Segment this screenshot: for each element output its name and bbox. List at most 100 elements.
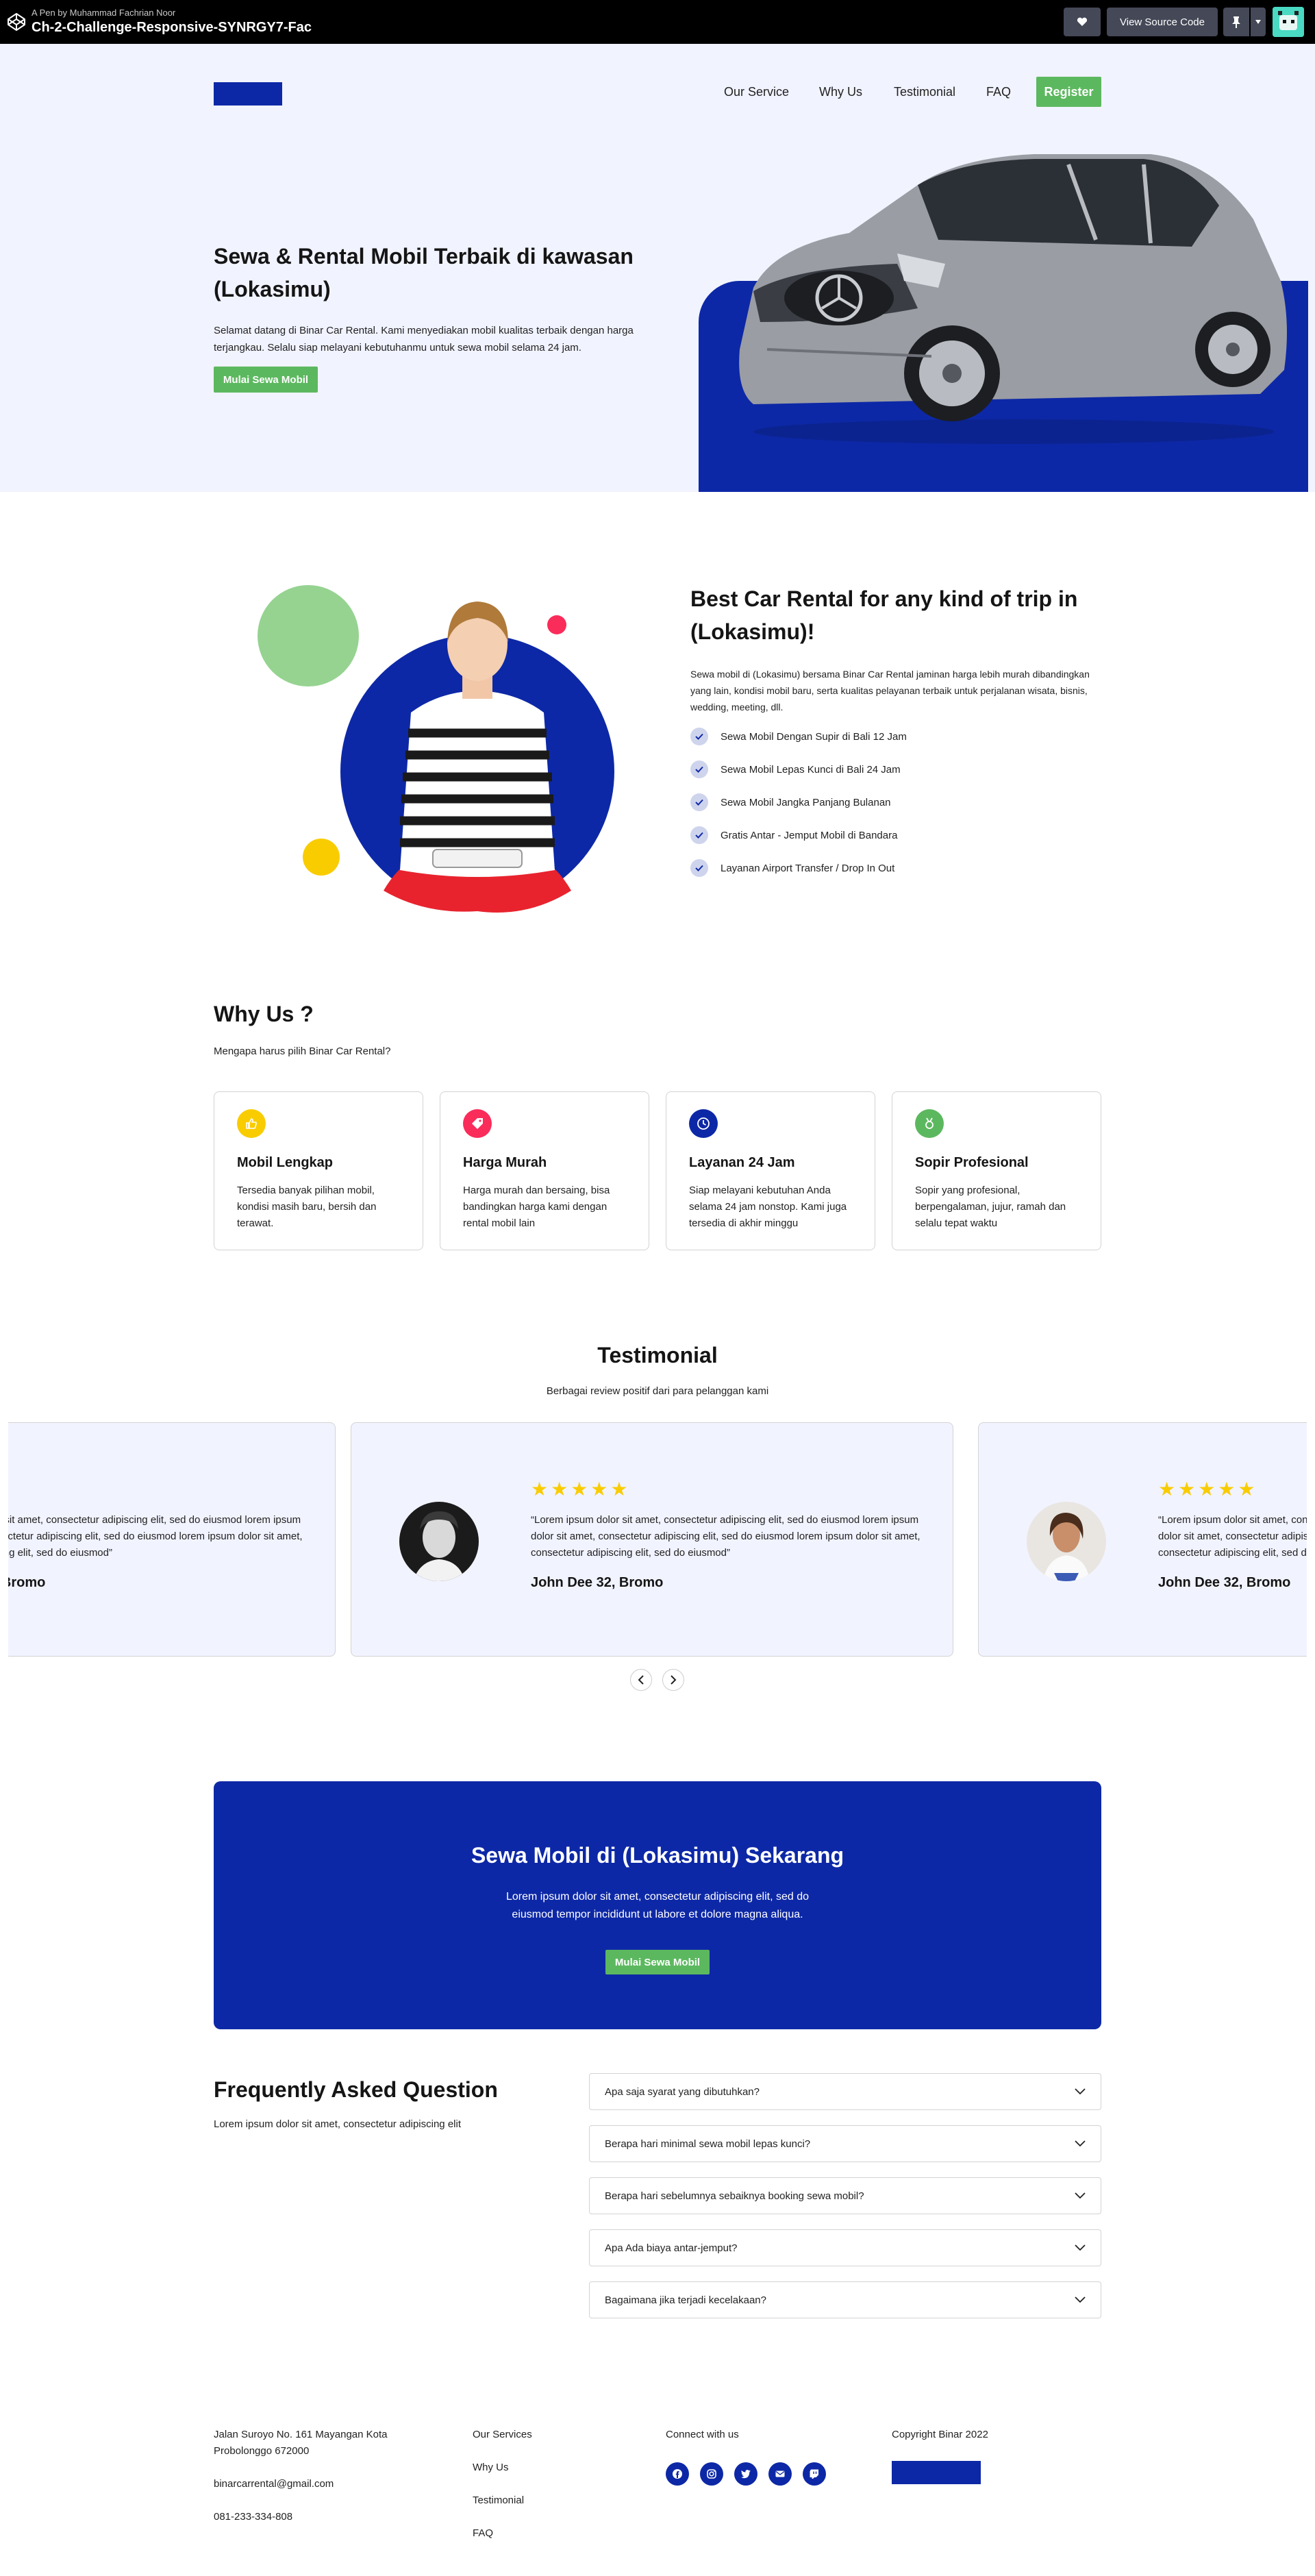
faq-accordion-item[interactable]: Apa saja syarat yang dibutuhkan?	[589, 2073, 1101, 2110]
why-card-title: Sopir Profesional	[915, 1155, 1029, 1170]
like-button[interactable]	[1064, 8, 1101, 36]
nav-link-our-service[interactable]: Our Service	[724, 84, 789, 100]
faq-question: Apa saja syarat yang dibutuhkan?	[605, 2085, 760, 2098]
footer-connect-label: Connect with us	[666, 2429, 739, 2440]
faq-accordion-item[interactable]: Berapa hari sebelumnya sebaiknya booking…	[589, 2177, 1101, 2214]
footer-copyright: Copyright Binar 2022	[892, 2429, 988, 2440]
codepen-logo-icon[interactable]	[7, 12, 26, 32]
faq-question: Berapa hari sebelumnya sebaiknya booking…	[605, 2190, 864, 2202]
check-icon	[690, 826, 708, 844]
testimonial-card: ★★★★★ “Lorem ipsum dolor sit amet, conse…	[351, 1422, 953, 1657]
service-item-label: Layanan Airport Transfer / Drop In Out	[721, 862, 895, 874]
chevron-down-icon	[1075, 2088, 1086, 2095]
testimonial-name: John Dee 32, Bromo	[531, 1575, 664, 1590]
pen-title: Ch-2-Challenge-Responsive-SYNRGY7-Fac	[32, 20, 312, 35]
chevron-down-icon	[1255, 20, 1261, 24]
award-icon	[915, 1109, 944, 1138]
twitter-icon[interactable]	[734, 2462, 757, 2486]
chevron-right-icon	[671, 1675, 677, 1685]
footer-link-testimonial[interactable]: Testimonial	[473, 2492, 524, 2509]
why-us-card: Mobil Lengkap Tersedia banyak pilihan mo…	[214, 1091, 423, 1250]
price-tag-icon	[463, 1109, 492, 1138]
footer-phone[interactable]: 081-233-334-808	[214, 2509, 292, 2525]
service-list-item: Layanan Airport Transfer / Drop In Out	[690, 859, 1101, 877]
footer-link-our-services[interactable]: Our Services	[473, 2427, 532, 2443]
mail-icon[interactable]	[768, 2462, 792, 2486]
cta-title: Sewa Mobil di (Lokasimu) Sekarang	[471, 1843, 844, 1868]
nav-link-faq[interactable]: FAQ	[986, 84, 1011, 100]
user-avatar[interactable]	[1273, 7, 1304, 37]
why-card-text: Sopir yang profesional, berpengalaman, j…	[915, 1185, 1066, 1229]
chevron-down-icon	[1075, 2140, 1086, 2147]
faq-accordion-item[interactable]: Apa Ada biaya antar-jemput?	[589, 2229, 1101, 2266]
service-item-label: Sewa Mobil Lepas Kunci di Bali 24 Jam	[721, 763, 901, 776]
faq-question: Apa Ada biaya antar-jemput?	[605, 2242, 738, 2254]
thumbs-up-icon	[237, 1109, 266, 1138]
why-us-title: Why Us ?	[214, 1002, 314, 1026]
check-icon	[690, 859, 708, 877]
testimonial-avatar	[1027, 1502, 1106, 1581]
footer-brand-logo[interactable]	[892, 2461, 981, 2484]
nav-link-why-us[interactable]: Why Us	[819, 84, 862, 100]
rating-stars: ★★★★★	[531, 1478, 631, 1500]
twitch-icon[interactable]	[803, 2462, 826, 2486]
why-card-text: Tersedia banyak pilihan mobil, kondisi m…	[237, 1185, 377, 1229]
why-us-card: Sopir Profesional Sopir yang profesional…	[892, 1091, 1101, 1250]
hero-description: Selamat datang di Binar Car Rental. Kami…	[214, 325, 634, 354]
check-icon	[690, 793, 708, 811]
pin-button[interactable]	[1223, 8, 1249, 36]
faq-question: Bagaimana jika terjadi kecelakaan?	[605, 2294, 766, 2306]
hero-start-rent-button[interactable]: Mulai Sewa Mobil	[214, 367, 318, 393]
why-us-subtitle: Mengapa harus pilih Binar Car Rental?	[214, 1045, 391, 1057]
pin-icon	[1232, 16, 1240, 28]
service-list-item: Sewa Mobil Dengan Supir di Bali 12 Jam	[690, 728, 1101, 745]
codepen-topbar: A Pen by Muhammad Fachrian Noor Ch-2-Cha…	[0, 0, 1315, 44]
why-card-title: Mobil Lengkap	[237, 1155, 333, 1170]
cta-start-rent-button[interactable]: Mulai Sewa Mobil	[605, 1950, 710, 1974]
testimonial-carousel: “Lorem ipsum dolor sit amet, consectetur…	[8, 1422, 1307, 1658]
chevron-down-icon	[1075, 2296, 1086, 2303]
testimonial-name: John Dee 32, Bromo	[8, 1575, 46, 1590]
faq-accordion-item[interactable]: Bagaimana jika terjadi kecelakaan?	[589, 2281, 1101, 2318]
brand-logo[interactable]	[214, 82, 282, 106]
testimonial-name: John Dee 32, Bromo	[1158, 1575, 1291, 1590]
hero-car-image	[739, 154, 1287, 444]
faq-accordion-item[interactable]: Berapa hari minimal sewa mobil lepas kun…	[589, 2125, 1101, 2162]
pen-author[interactable]: A Pen by Muhammad Fachrian Noor	[32, 8, 175, 18]
view-source-button[interactable]: View Source Code	[1107, 8, 1218, 36]
service-list-item: Sewa Mobil Jangka Panjang Bulanan	[690, 793, 1101, 811]
footer-link-why-us[interactable]: Why Us	[473, 2460, 509, 2476]
why-card-text: Harga murah dan bersaing, bisa bandingka…	[463, 1185, 610, 1229]
avatar-graphic	[1273, 7, 1304, 37]
nav-link-testimonial[interactable]: Testimonial	[894, 84, 955, 100]
footer-email[interactable]: binarcarrental@gmail.com	[214, 2476, 334, 2492]
service-item-label: Sewa Mobil Dengan Supir di Bali 12 Jam	[721, 730, 907, 743]
faq-question: Berapa hari minimal sewa mobil lepas kun…	[605, 2138, 811, 2150]
service-title: Best Car Rental for any kind of trip in …	[690, 586, 1078, 644]
service-item-label: Gratis Antar - Jemput Mobil di Bandara	[721, 829, 898, 841]
hero-title: Sewa & Rental Mobil Terbaik di kawasan (…	[214, 244, 634, 301]
carousel-prev-button[interactable]	[630, 1669, 652, 1691]
why-card-title: Layanan 24 Jam	[689, 1155, 795, 1170]
testimonial-card: “Lorem ipsum dolor sit amet, consectetur…	[8, 1422, 336, 1657]
service-list-item: Gratis Antar - Jemput Mobil di Bandara	[690, 826, 1101, 844]
chevron-down-icon	[1075, 2192, 1086, 2199]
heart-icon	[1077, 17, 1088, 26]
testimonial-quote: “Lorem ipsum dolor sit amet, consectetur…	[1158, 1514, 1307, 1559]
check-icon	[690, 760, 708, 778]
cta-description: Lorem ipsum dolor sit amet, consectetur …	[506, 1891, 809, 1920]
faq-title: Frequently Asked Question	[214, 2077, 498, 2102]
register-button[interactable]: Register	[1036, 77, 1101, 107]
why-card-title: Harga Murah	[463, 1155, 547, 1170]
testimonial-avatar	[399, 1502, 479, 1581]
footer-link-faq[interactable]: FAQ	[473, 2525, 493, 2542]
instagram-icon[interactable]	[700, 2462, 723, 2486]
carousel-next-button[interactable]	[662, 1669, 684, 1691]
service-description: Sewa mobil di (Lokasimu) bersama Binar C…	[690, 669, 1090, 713]
facebook-icon[interactable]	[666, 2462, 689, 2486]
rating-stars: ★★★★★	[1158, 1478, 1258, 1500]
testimonial-card: ★★★★★ “Lorem ipsum dolor sit amet, conse…	[978, 1422, 1307, 1657]
pin-dropdown-button[interactable]	[1251, 8, 1266, 36]
clock-icon	[689, 1109, 718, 1138]
testimonial-quote: “Lorem ipsum dolor sit amet, consectetur…	[8, 1514, 303, 1559]
